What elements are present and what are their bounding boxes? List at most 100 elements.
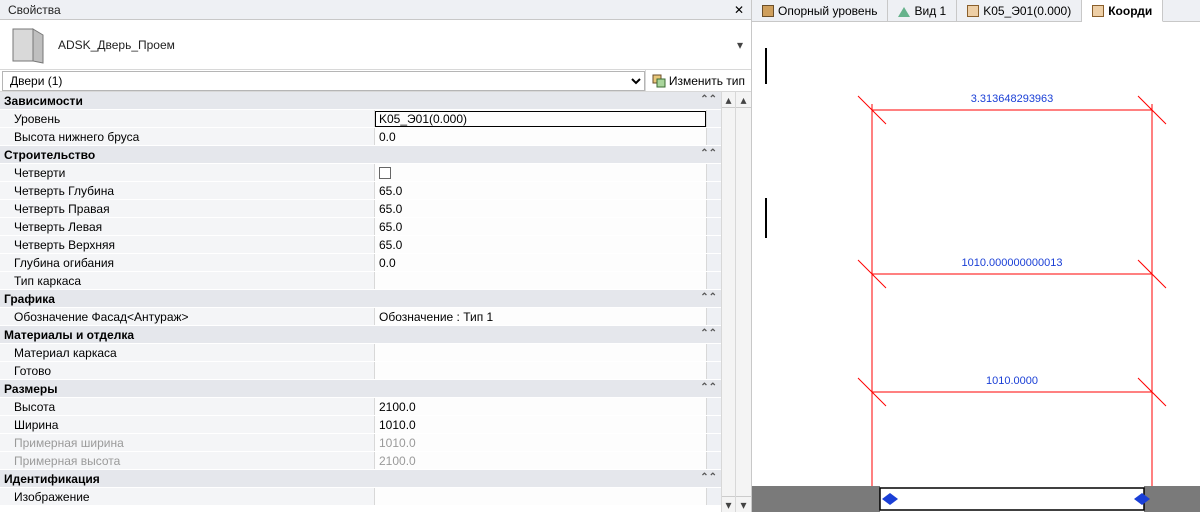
property-row[interactable]: Четверть Левая65.0 [0,218,721,236]
view-tab[interactable]: K05_Э01(0.000) [957,0,1082,21]
property-row[interactable]: Обозначение Фасад<Антураж>Обозначение : … [0,308,721,326]
property-value[interactable]: 65.0 [375,236,707,253]
collapse-icon: ⌃⌃ [700,148,717,159]
group-header[interactable]: Материалы и отделка⌃⌃ [0,326,721,344]
row-cap [707,308,721,325]
property-row[interactable]: Примерная высота2100.0 [0,452,721,470]
group-header[interactable]: Идентификация⌃⌃ [0,470,721,488]
property-value[interactable] [375,164,707,181]
sheet-icon [967,5,979,17]
inner-scrollbar[interactable]: ▴ ▾ [721,92,735,512]
view-tab[interactable]: Вид 1 [888,0,957,21]
panel-title: Свойства [4,3,731,17]
property-label: Обозначение Фасад<Антураж> [0,308,375,325]
type-name: ADSK_Дверь_Проем [58,38,733,52]
row-cap [707,452,721,469]
scroll-track[interactable] [736,108,751,496]
scroll-up-icon[interactable]: ▴ [736,92,751,108]
edit-type-label: Изменить тип [669,74,745,88]
collapse-icon: ⌃⌃ [700,472,717,483]
property-value[interactable]: 2100.0 [375,398,707,415]
property-row[interactable]: Высота2100.0 [0,398,721,416]
property-label: Готово [0,362,375,379]
property-label: Четверть Верхняя [0,236,375,253]
property-value[interactable]: 1010.0 [375,416,707,433]
collapse-icon: ⌃⌃ [700,94,717,105]
property-value[interactable] [375,272,707,289]
view-tab[interactable]: Опорный уровень [752,0,888,21]
view-tab[interactable]: Коорди [1082,0,1163,22]
3d-icon [898,5,910,17]
collapse-icon: ⌃⌃ [700,328,717,339]
property-value[interactable] [375,362,707,379]
property-value[interactable]: 65.0 [375,200,707,217]
property-row[interactable]: Ширина1010.0 [0,416,721,434]
collapse-icon: ⌃⌃ [700,292,717,303]
scroll-up-icon[interactable]: ▴ [722,92,735,108]
plan-icon [762,5,774,17]
scroll-track[interactable] [722,108,735,496]
property-value[interactable]: Обозначение : Тип 1 [375,308,707,325]
viewport[interactable]: 3.313648293963 1010.000000000013 1010.00… [752,22,1200,512]
dimension-value: 3.313648293963 [971,93,1054,105]
property-value[interactable]: 2100.0 [375,452,707,469]
row-cap [707,110,721,127]
row-cap [707,362,721,379]
row-cap [707,398,721,415]
property-label: Четверти [0,164,375,181]
property-row[interactable]: Глубина огибания0.0 [0,254,721,272]
type-selector[interactable]: ADSK_Дверь_Проем ▾ [0,20,751,70]
property-label: Изображение [0,488,375,505]
property-label: Глубина огибания [0,254,375,271]
row-cap [707,272,721,289]
collapse-icon: ⌃⌃ [700,382,717,393]
tab-label: Вид 1 [914,4,946,18]
panel-close-button[interactable]: ✕ [731,3,747,17]
checkbox[interactable] [379,167,391,179]
property-value[interactable] [375,344,707,361]
properties-grid: Зависимости⌃⌃УровеньK05_Э01(0.000)Высота… [0,92,751,512]
panel-header: Свойства ✕ [0,0,751,20]
scroll-down-icon[interactable]: ▾ [736,496,751,512]
property-label: Высота нижнего бруса [0,128,375,145]
property-row[interactable]: Четверть Верхняя65.0 [0,236,721,254]
chevron-down-icon[interactable]: ▾ [733,38,747,52]
property-row[interactable]: Четверть Глубина65.0 [0,182,721,200]
group-header[interactable]: Графика⌃⌃ [0,290,721,308]
group-header[interactable]: Строительство⌃⌃ [0,146,721,164]
property-row[interactable]: Готово [0,362,721,380]
property-row[interactable]: Материал каркаса [0,344,721,362]
property-value[interactable]: 0.0 [375,128,707,145]
tab-label: Коорди [1108,4,1152,18]
row-cap [707,164,721,181]
door-thumbnail-icon [4,23,52,67]
view-tabs: Опорный уровень Вид 1 K05_Э01(0.000) Коорди [752,0,1200,22]
edit-type-icon [652,74,666,88]
property-value[interactable]: 0.0 [375,254,707,271]
property-label: Четверть Глубина [0,182,375,199]
tab-label: Опорный уровень [778,4,877,18]
property-value[interactable]: 1010.0 [375,434,707,451]
property-row[interactable]: Тип каркаса [0,272,721,290]
property-label: Четверть Правая [0,200,375,217]
edit-type-button[interactable]: Изменить тип [645,70,751,92]
scroll-down-icon[interactable]: ▾ [722,496,735,512]
property-value[interactable]: K05_Э01(0.000) [375,110,707,127]
row-cap [707,416,721,433]
property-row[interactable]: Изображение [0,488,721,506]
selection-dropdown[interactable]: Двери (1) [2,71,645,91]
property-row[interactable]: Высота нижнего бруса0.0 [0,128,721,146]
row-cap [707,182,721,199]
group-header[interactable]: Зависимости⌃⌃ [0,92,721,110]
property-row[interactable]: Примерная ширина1010.0 [0,434,721,452]
property-row[interactable]: УровеньK05_Э01(0.000) [0,110,721,128]
property-row[interactable]: Четверти [0,164,721,182]
property-row[interactable]: Четверть Правая65.0 [0,200,721,218]
property-value[interactable] [375,488,707,505]
property-value[interactable]: 65.0 [375,218,707,235]
row-cap [707,200,721,217]
property-value[interactable]: 65.0 [375,182,707,199]
viewport-pane: Опорный уровень Вид 1 K05_Э01(0.000) Коорди… [752,0,1200,512]
group-header[interactable]: Размеры⌃⌃ [0,380,721,398]
outer-scrollbar[interactable]: ▴ ▾ [735,92,751,512]
